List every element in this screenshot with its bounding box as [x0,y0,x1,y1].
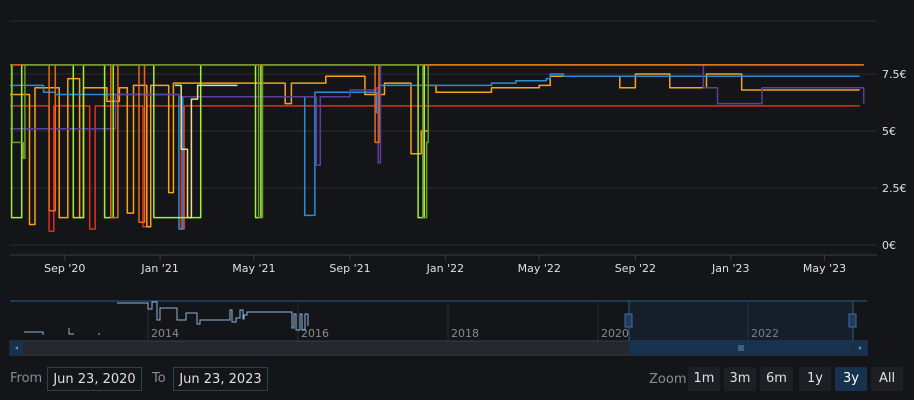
x-axis: Sep '20 Jan '21 May '21 Sep '21 Jan '22 May '… [44,255,846,275]
x-tick-label: Jan '23 [711,262,749,275]
y-tick-label: 2.5€ [882,182,907,195]
navigator-year-label: 2018 [451,327,479,340]
series-lime[interactable] [10,64,864,219]
zoom-all-button[interactable]: All [871,367,903,391]
x-tick-label: Sep '22 [615,262,656,275]
zoom-3m-button[interactable]: 3m [724,367,756,391]
price-chart[interactable]: 0€2.5€5€7.5€ Sep '20 Jan '21 May '21 Sep '2… [0,0,914,360]
zoom-1y-button[interactable]: 1y [799,367,831,391]
x-tick-label: May '22 [518,262,561,275]
zoom-6m-button[interactable]: 6m [760,367,793,391]
x-tick-label: May '21 [232,262,275,275]
navigator[interactable]: 20142016201820202022 [10,300,867,341]
x-tick-label: Sep '21 [329,262,370,275]
series-purple[interactable] [10,64,865,166]
navigator-right-handle[interactable] [848,313,857,328]
x-tick-label: Jan '21 [140,262,178,275]
series-blue[interactable] [10,73,860,230]
series-red[interactable] [10,105,860,233]
series-group [10,64,865,233]
from-label: From [10,371,43,386]
to-date-input[interactable]: Jun 23, 2023 [173,367,268,391]
y-tick-label: 5€ [882,125,896,138]
x-tick-label: May '23 [803,262,846,275]
series-darkorange[interactable] [10,64,864,223]
navigator-left-handle[interactable] [624,313,633,328]
series-orange[interactable] [10,73,860,228]
navigator-selected-mask[interactable] [629,301,853,341]
x-tick-label: Sep '20 [44,262,85,275]
navigator-year-label: 2020 [601,327,629,340]
from-date-input[interactable]: Jun 23, 2020 [47,367,142,391]
scrollbar[interactable] [9,340,868,356]
zoom-3y-button[interactable]: 3y [835,367,867,391]
y-tick-label: 7.5€ [882,68,907,81]
to-label: To [152,371,166,386]
zoom-label: Zoom [649,372,687,387]
zoom-1m-button[interactable]: 1m [688,367,720,391]
y-axis: 0€ 2.5€ 5€ 7.5€ [882,68,907,252]
navigator-year-label: 2014 [151,327,179,340]
gridlines [10,20,877,246]
x-tick-label: Jan '22 [426,262,464,275]
y-tick-label: 0€ [882,239,896,252]
